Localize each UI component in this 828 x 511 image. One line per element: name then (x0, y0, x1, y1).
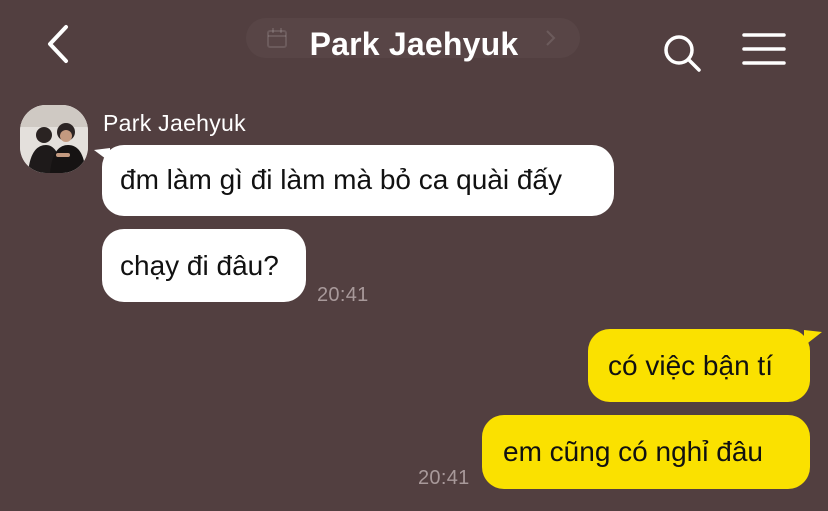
search-button[interactable] (658, 30, 704, 76)
message-text: có việc bận tí (608, 350, 773, 381)
message-text: em cũng có nghỉ đâu (503, 436, 763, 467)
message-timestamp: 20:41 (317, 284, 369, 306)
message-bubble-incoming[interactable]: đm làm gì đi làm mà bỏ ca quài đấy (102, 145, 614, 216)
sender-name: Park Jaehyuk (103, 110, 246, 136)
message-bubble-incoming[interactable]: chạy đi đâu? (102, 229, 306, 302)
message-text: đm làm gì đi làm mà bỏ ca quài đấy (120, 164, 562, 195)
message-timestamp: 20:41 (418, 467, 470, 489)
message-bubble-outgoing[interactable]: em cũng có nghỉ đâu (482, 415, 810, 489)
message-bubble-outgoing[interactable]: có việc bận tí (588, 329, 810, 402)
menu-button[interactable] (740, 30, 788, 70)
chat-header: Park Jaehyuk (0, 0, 828, 90)
avatar-photo (20, 105, 88, 173)
avatar[interactable] (20, 105, 88, 173)
search-icon (664, 35, 701, 72)
message-text: chạy đi đâu? (120, 250, 279, 281)
hamburger-menu-icon (742, 33, 786, 65)
